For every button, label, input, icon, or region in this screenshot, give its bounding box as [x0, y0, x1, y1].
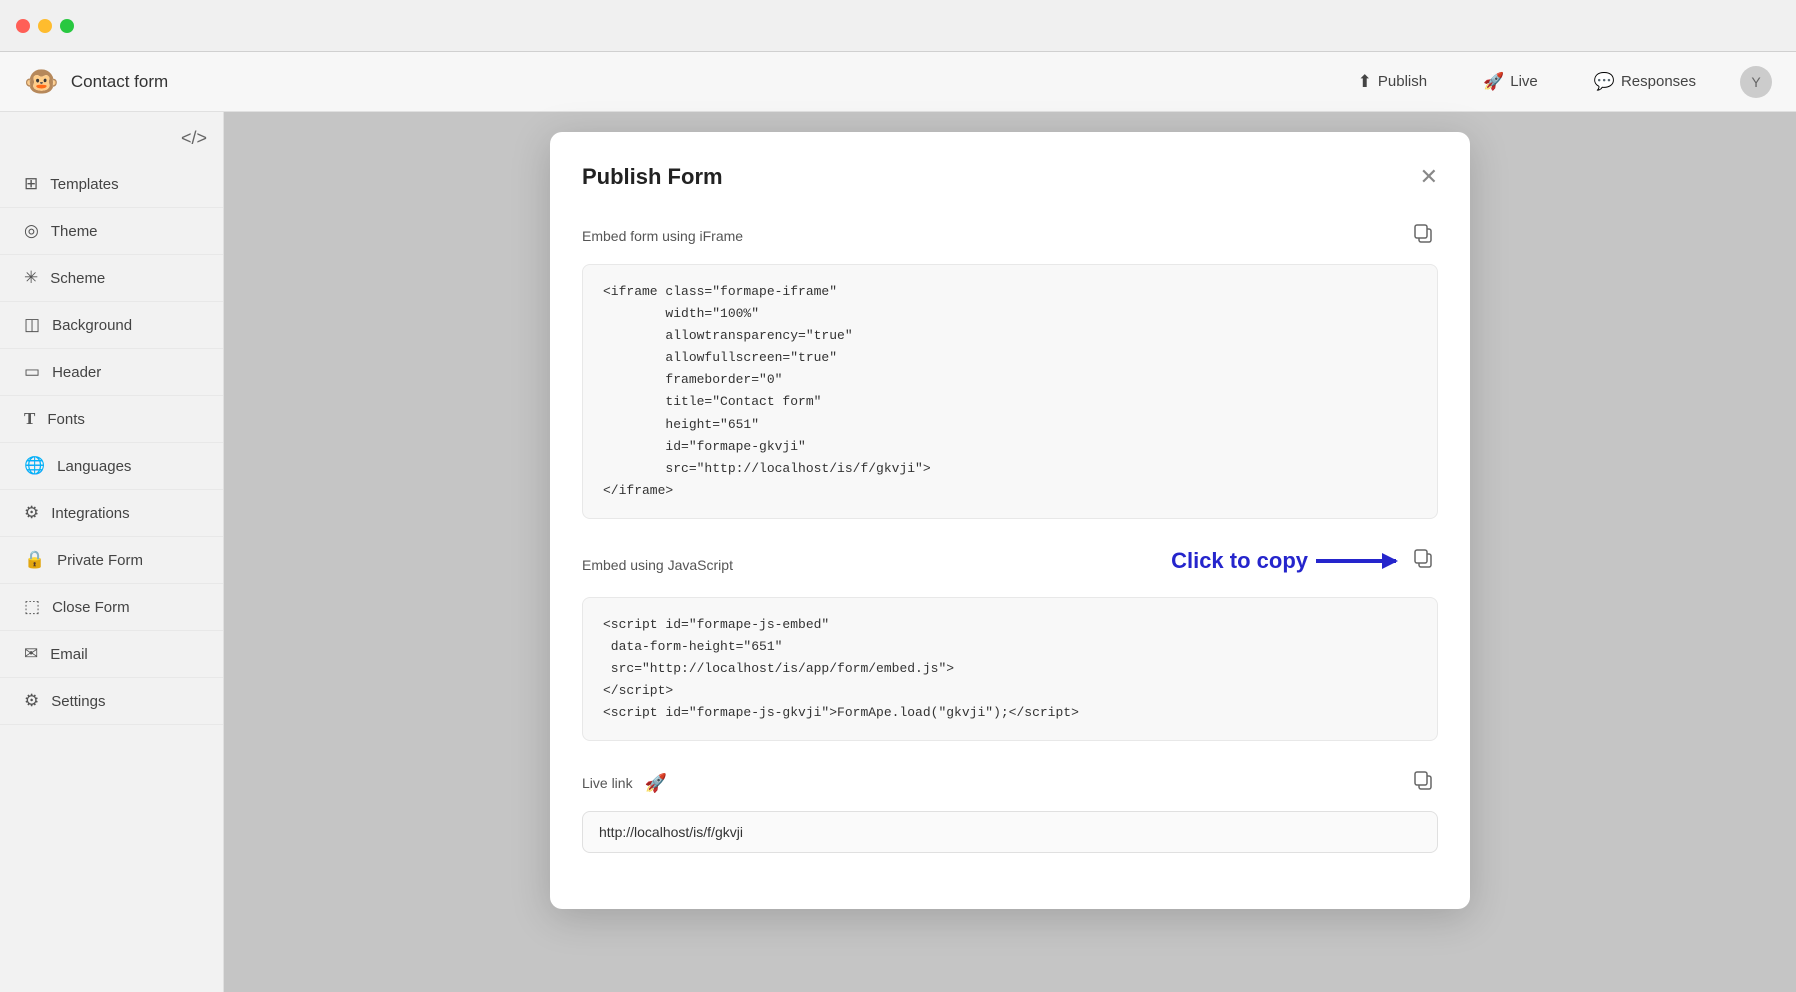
titlebar [0, 0, 1796, 52]
arrow-right-icon [1316, 559, 1396, 563]
user-avatar[interactable]: Y [1740, 66, 1772, 98]
code-toggle-button[interactable]: </> [181, 128, 207, 149]
click-to-copy-area: Click to copy [1171, 543, 1438, 579]
modal-overlay: Publish Form ✕ Embed form using iFrame [224, 112, 1796, 992]
sidebar-label-private-form: Private Form [57, 552, 143, 569]
copy-icon [1412, 222, 1434, 244]
background-icon: ◫ [24, 315, 40, 335]
sidebar-item-scheme[interactable]: ✳ Scheme [0, 255, 223, 302]
js-section-label: Embed using JavaScript [582, 557, 733, 573]
scheme-icon: ✳ [24, 268, 38, 288]
sidebar-label-languages: Languages [57, 458, 131, 475]
sidebar: </> ⊞ Templates ◎ Theme ✳ Scheme ◫ Backg… [0, 112, 224, 992]
modal-header: Publish Form ✕ [582, 164, 1438, 190]
responses-label: Responses [1621, 73, 1696, 90]
integrations-icon: ⚙ [24, 503, 39, 523]
sidebar-item-fonts[interactable]: T Fonts [0, 396, 223, 443]
iframe-section-header: Embed form using iFrame [582, 218, 1438, 254]
maximize-button[interactable] [60, 19, 74, 33]
sidebar-item-close-form[interactable]: ⬚ Close Form [0, 584, 223, 631]
publish-button[interactable]: ⬆ Publish [1346, 66, 1439, 98]
live-link-copy-icon [1412, 769, 1434, 791]
sidebar-label-fonts: Fonts [47, 411, 85, 428]
live-icon: 🚀 [1483, 72, 1504, 92]
header-icon: ▭ [24, 362, 40, 382]
js-code-box: <script id="formape-js-embed" data-form-… [582, 597, 1438, 741]
sidebar-item-private-form[interactable]: 🔒 Private Form [0, 537, 223, 584]
sidebar-item-settings[interactable]: ⚙ Settings [0, 678, 223, 725]
sidebar-label-theme: Theme [51, 223, 98, 240]
publish-icon: ⬆ [1358, 72, 1372, 92]
live-link-input[interactable] [582, 811, 1438, 853]
live-button[interactable]: 🚀 Live [1471, 66, 1550, 98]
sidebar-label-integrations: Integrations [51, 505, 129, 522]
live-link-label-row: Live link 🚀 [582, 773, 667, 794]
app-logo-icon: 🐵 [24, 65, 59, 98]
private-form-icon: 🔒 [24, 550, 45, 570]
templates-icon: ⊞ [24, 174, 38, 194]
responses-button[interactable]: 💬 Responses [1582, 66, 1708, 98]
sidebar-item-integrations[interactable]: ⚙ Integrations [0, 490, 223, 537]
live-link-rocket-icon: 🚀 [645, 773, 667, 794]
content-area: Publish Form ✕ Embed form using iFrame [224, 112, 1796, 992]
settings-icon: ⚙ [24, 691, 39, 711]
click-to-copy-text: Click to copy [1171, 548, 1308, 574]
theme-icon: ◎ [24, 221, 39, 241]
sidebar-item-theme[interactable]: ◎ Theme [0, 208, 223, 255]
iframe-section-label: Embed form using iFrame [582, 228, 743, 244]
live-link-label: Live link [582, 775, 633, 791]
sidebar-label-templates: Templates [50, 176, 118, 193]
app-header: 🐵 Contact form ⬆ Publish 🚀 Live 💬 Respon… [0, 52, 1796, 112]
live-link-copy-button[interactable] [1408, 765, 1438, 801]
sidebar-label-scheme: Scheme [50, 270, 105, 287]
sidebar-item-header[interactable]: ▭ Header [0, 349, 223, 396]
sidebar-code-toggle[interactable]: </> [0, 124, 223, 161]
iframe-section: Embed form using iFrame <iframe class="f… [582, 218, 1438, 519]
sidebar-item-email[interactable]: ✉ Email [0, 631, 223, 678]
js-section-header: Embed using JavaScript Click to copy [582, 543, 1438, 587]
js-copy-icon [1412, 547, 1434, 569]
live-link-section: Live link 🚀 [582, 765, 1438, 853]
iframe-copy-button[interactable] [1408, 218, 1438, 254]
responses-icon: 💬 [1594, 72, 1615, 92]
email-icon: ✉ [24, 644, 38, 664]
header-actions: ⬆ Publish 🚀 Live 💬 Responses Y [1346, 66, 1772, 98]
sidebar-label-email: Email [50, 646, 88, 663]
languages-icon: 🌐 [24, 456, 45, 476]
modal-title: Publish Form [582, 164, 723, 190]
app-title: Contact form [71, 72, 1346, 92]
fonts-icon: T [24, 409, 35, 429]
publish-form-modal: Publish Form ✕ Embed form using iFrame [550, 132, 1470, 909]
live-link-section-header: Live link 🚀 [582, 765, 1438, 801]
traffic-lights [16, 19, 74, 33]
sidebar-item-templates[interactable]: ⊞ Templates [0, 161, 223, 208]
sidebar-label-background: Background [52, 317, 132, 334]
close-button[interactable] [16, 19, 30, 33]
sidebar-item-languages[interactable]: 🌐 Languages [0, 443, 223, 490]
live-label: Live [1510, 73, 1538, 90]
main-layout: </> ⊞ Templates ◎ Theme ✳ Scheme ◫ Backg… [0, 112, 1796, 992]
close-form-icon: ⬚ [24, 597, 40, 617]
publish-label: Publish [1378, 73, 1427, 90]
iframe-code-box: <iframe class="formape-iframe" width="10… [582, 264, 1438, 519]
sidebar-label-header: Header [52, 364, 101, 381]
code-icon: </> [181, 128, 207, 148]
sidebar-label-close-form: Close Form [52, 599, 130, 616]
js-copy-button[interactable] [1408, 543, 1438, 579]
minimize-button[interactable] [38, 19, 52, 33]
sidebar-item-background[interactable]: ◫ Background [0, 302, 223, 349]
modal-close-button[interactable]: ✕ [1420, 166, 1438, 188]
js-section: Embed using JavaScript Click to copy [582, 543, 1438, 741]
sidebar-label-settings: Settings [51, 693, 105, 710]
